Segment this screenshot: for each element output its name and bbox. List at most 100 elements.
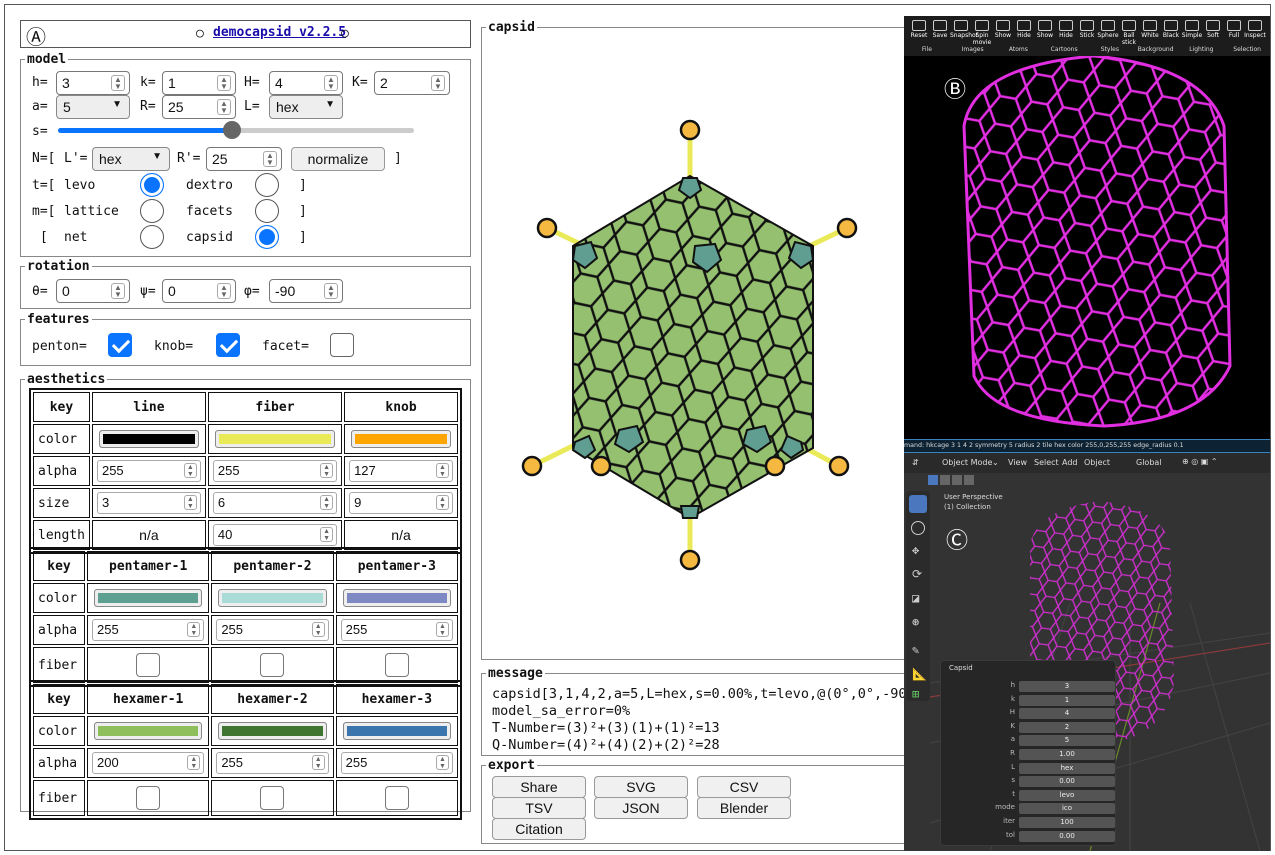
spinner-icon[interactable]: ▲ ▼ — [217, 75, 231, 91]
pymol-tool-button[interactable]: Simple — [1181, 20, 1203, 39]
spinner-icon[interactable]: ▲ ▼ — [436, 463, 449, 478]
share-button[interactable]: Share — [492, 776, 586, 798]
hexamer-3-fiber-checkbox[interactable] — [384, 786, 409, 810]
fiber-color-picker[interactable] — [214, 430, 336, 448]
property-value-field[interactable]: hex — [1019, 762, 1115, 774]
mode-select[interactable]: Object Mode — [942, 458, 992, 467]
pentamer-2-alpha-input[interactable]: 255 ▲ ▼ — [216, 619, 329, 641]
hexamer-1-color-picker[interactable] — [94, 722, 203, 740]
theta-input[interactable]: 0 ▲ ▼ — [56, 279, 130, 303]
spinner-icon[interactable]: ▲ ▼ — [111, 75, 125, 91]
fiber-length-input[interactable]: 40 ▲ ▼ — [212, 524, 338, 546]
line-alpha-input[interactable]: 255 ▲ ▼ — [96, 460, 201, 482]
add-cube-icon[interactable]: ⊞ — [912, 687, 919, 701]
svg-button[interactable]: SVG — [594, 776, 688, 798]
menu-add[interactable]: Add — [1062, 458, 1078, 467]
blender-button[interactable]: Blender — [697, 797, 791, 819]
menu-object[interactable]: Object — [1084, 458, 1110, 467]
spinner-icon[interactable]: ▲ ▼ — [320, 463, 334, 478]
knob-size-input[interactable]: 9 ▲ ▼ — [349, 492, 453, 514]
pymol-tool-button[interactable]: White — [1139, 20, 1161, 39]
property-value-field[interactable]: 1 — [1019, 694, 1115, 706]
K-input[interactable]: 2 ▲ ▼ — [374, 71, 450, 95]
hexamer-2-color-picker[interactable] — [218, 722, 327, 740]
property-value-field[interactable]: 1.00 — [1019, 749, 1115, 760]
citation-button[interactable]: Citation — [492, 818, 586, 840]
spinner-icon[interactable]: ▲ ▼ — [183, 463, 197, 478]
h-input[interactable]: 3 ▲ ▼ — [56, 71, 130, 95]
hexamer-1-fiber-checkbox[interactable] — [136, 786, 161, 810]
pymol-tool-button[interactable]: Black — [1160, 20, 1182, 39]
dextro-radio[interactable] — [255, 173, 279, 197]
pentamer-3-alpha-input[interactable]: 255 ▲ ▼ — [340, 619, 453, 641]
property-value-field[interactable]: 0.00 — [1019, 776, 1115, 788]
pentamer-1-fiber-checkbox[interactable] — [136, 653, 161, 677]
spinner-icon[interactable]: ▲ ▼ — [436, 622, 449, 637]
pentamer-3-color-picker[interactable] — [342, 589, 451, 607]
psi-input[interactable]: 0 ▲ ▼ — [162, 279, 236, 303]
spinner-icon[interactable]: ▲ ▼ — [311, 622, 325, 637]
fiber-alpha-input[interactable]: 255 ▲ ▼ — [212, 460, 338, 482]
transform-tool-icon[interactable]: ⊛ — [912, 615, 919, 629]
spinner-icon[interactable]: ▲ ▼ — [324, 283, 338, 299]
pentamer-3-fiber-checkbox[interactable] — [384, 653, 409, 677]
pymol-tool-button[interactable]: Inspect — [1244, 20, 1266, 39]
property-value-field[interactable]: 2 — [1019, 721, 1115, 733]
rotate-tool-icon[interactable]: ⟳ — [912, 567, 922, 581]
property-value-field[interactable]: 4 — [1019, 708, 1115, 720]
pymol-tool-button[interactable]: Hide — [1055, 20, 1077, 39]
select-tool-icon[interactable] — [909, 495, 927, 513]
pymol-tool-button[interactable]: Reset — [908, 20, 930, 39]
levo-radio[interactable] — [140, 173, 164, 197]
spinner-icon[interactable]: ▲ ▼ — [320, 527, 334, 542]
penton-checkbox[interactable] — [108, 333, 132, 357]
editor-type-icon[interactable]: ⇵ — [912, 458, 919, 467]
csv-button[interactable]: CSV — [697, 776, 791, 798]
spinner-icon[interactable]: ▲ ▼ — [311, 755, 325, 770]
pymol-tool-button[interactable]: Sphere — [1097, 20, 1119, 39]
spinner-icon[interactable]: ▲ ▼ — [431, 75, 445, 91]
pymol-tool-button[interactable]: Full — [1223, 20, 1245, 39]
spinner-icon[interactable]: ▲ ▼ — [217, 99, 231, 115]
pymol-tool-button[interactable]: Show — [1034, 20, 1056, 39]
spinner-icon[interactable]: ▲ ▼ — [263, 151, 277, 167]
pymol-viewport[interactable] — [934, 56, 1254, 436]
property-value-field[interactable]: 5 — [1019, 735, 1115, 747]
spinner-icon[interactable]: ▲ ▼ — [217, 283, 231, 299]
spinner-icon[interactable]: ▲ ▼ — [183, 495, 197, 510]
pymol-tool-button[interactable]: Spin movie — [971, 20, 993, 46]
pymol-command-bar[interactable]: mand: hkcage 3 1 4 2 symmetry 5 radius 2… — [904, 439, 1270, 453]
hexamer-3-color-picker[interactable] — [342, 722, 451, 740]
facets-radio[interactable] — [255, 199, 279, 223]
pymol-tool-button[interactable]: Ball stick — [1118, 20, 1140, 46]
pentamer-2-color-picker[interactable] — [218, 589, 327, 607]
fiber-size-input[interactable]: 6 ▲ ▼ — [212, 492, 338, 514]
spinner-icon[interactable]: ▲ ▼ — [187, 622, 201, 637]
knob-alpha-input[interactable]: 127 ▲ ▼ — [349, 460, 453, 482]
pymol-command-text[interactable]: hkcage 3 1 4 2 symmetry 5 radius 2 tile … — [926, 442, 1184, 449]
capsid-viewer[interactable] — [483, 38, 903, 658]
pymol-tool-button[interactable]: Snapshot — [950, 20, 978, 39]
net-radio[interactable] — [140, 225, 164, 249]
spinner-icon[interactable]: ▲ ▼ — [436, 495, 449, 510]
a-select[interactable]: 5 ▼ — [56, 95, 130, 119]
normalize-button[interactable]: normalize — [291, 147, 385, 171]
pentamer-1-alpha-input[interactable]: 255 ▲ ▼ — [92, 619, 205, 641]
spinner-icon[interactable]: ▲ ▼ — [187, 755, 201, 770]
pymol-tool-button[interactable]: Stick — [1076, 20, 1098, 39]
pymol-tool-button[interactable]: Show — [992, 20, 1014, 39]
phi-input[interactable]: -90 ▲ ▼ — [269, 279, 343, 303]
annotate-tool-icon[interactable]: ✎ — [912, 643, 919, 657]
spinner-icon[interactable]: ▲ ▼ — [436, 755, 449, 770]
scale-tool-icon[interactable]: ◪ — [912, 591, 919, 605]
app-title-link[interactable]: democapsid v2.2.5 — [213, 25, 346, 40]
R-input[interactable]: 25 ▲ ▼ — [162, 95, 236, 119]
measure-tool-icon[interactable]: 📐 — [912, 667, 927, 681]
hexamer-1-alpha-input[interactable]: 200 ▲ ▼ — [92, 752, 205, 774]
lattice-radio[interactable] — [140, 199, 164, 223]
line-color-picker[interactable] — [98, 430, 199, 448]
H-input[interactable]: 4 ▲ ▼ — [269, 71, 343, 95]
snap-icons[interactable]: ⊕ ◎ ▣ ⌃ — [1182, 457, 1218, 466]
knob-color-picker[interactable] — [351, 430, 451, 448]
hexamer-2-alpha-input[interactable]: 255 ▲ ▼ — [216, 752, 329, 774]
